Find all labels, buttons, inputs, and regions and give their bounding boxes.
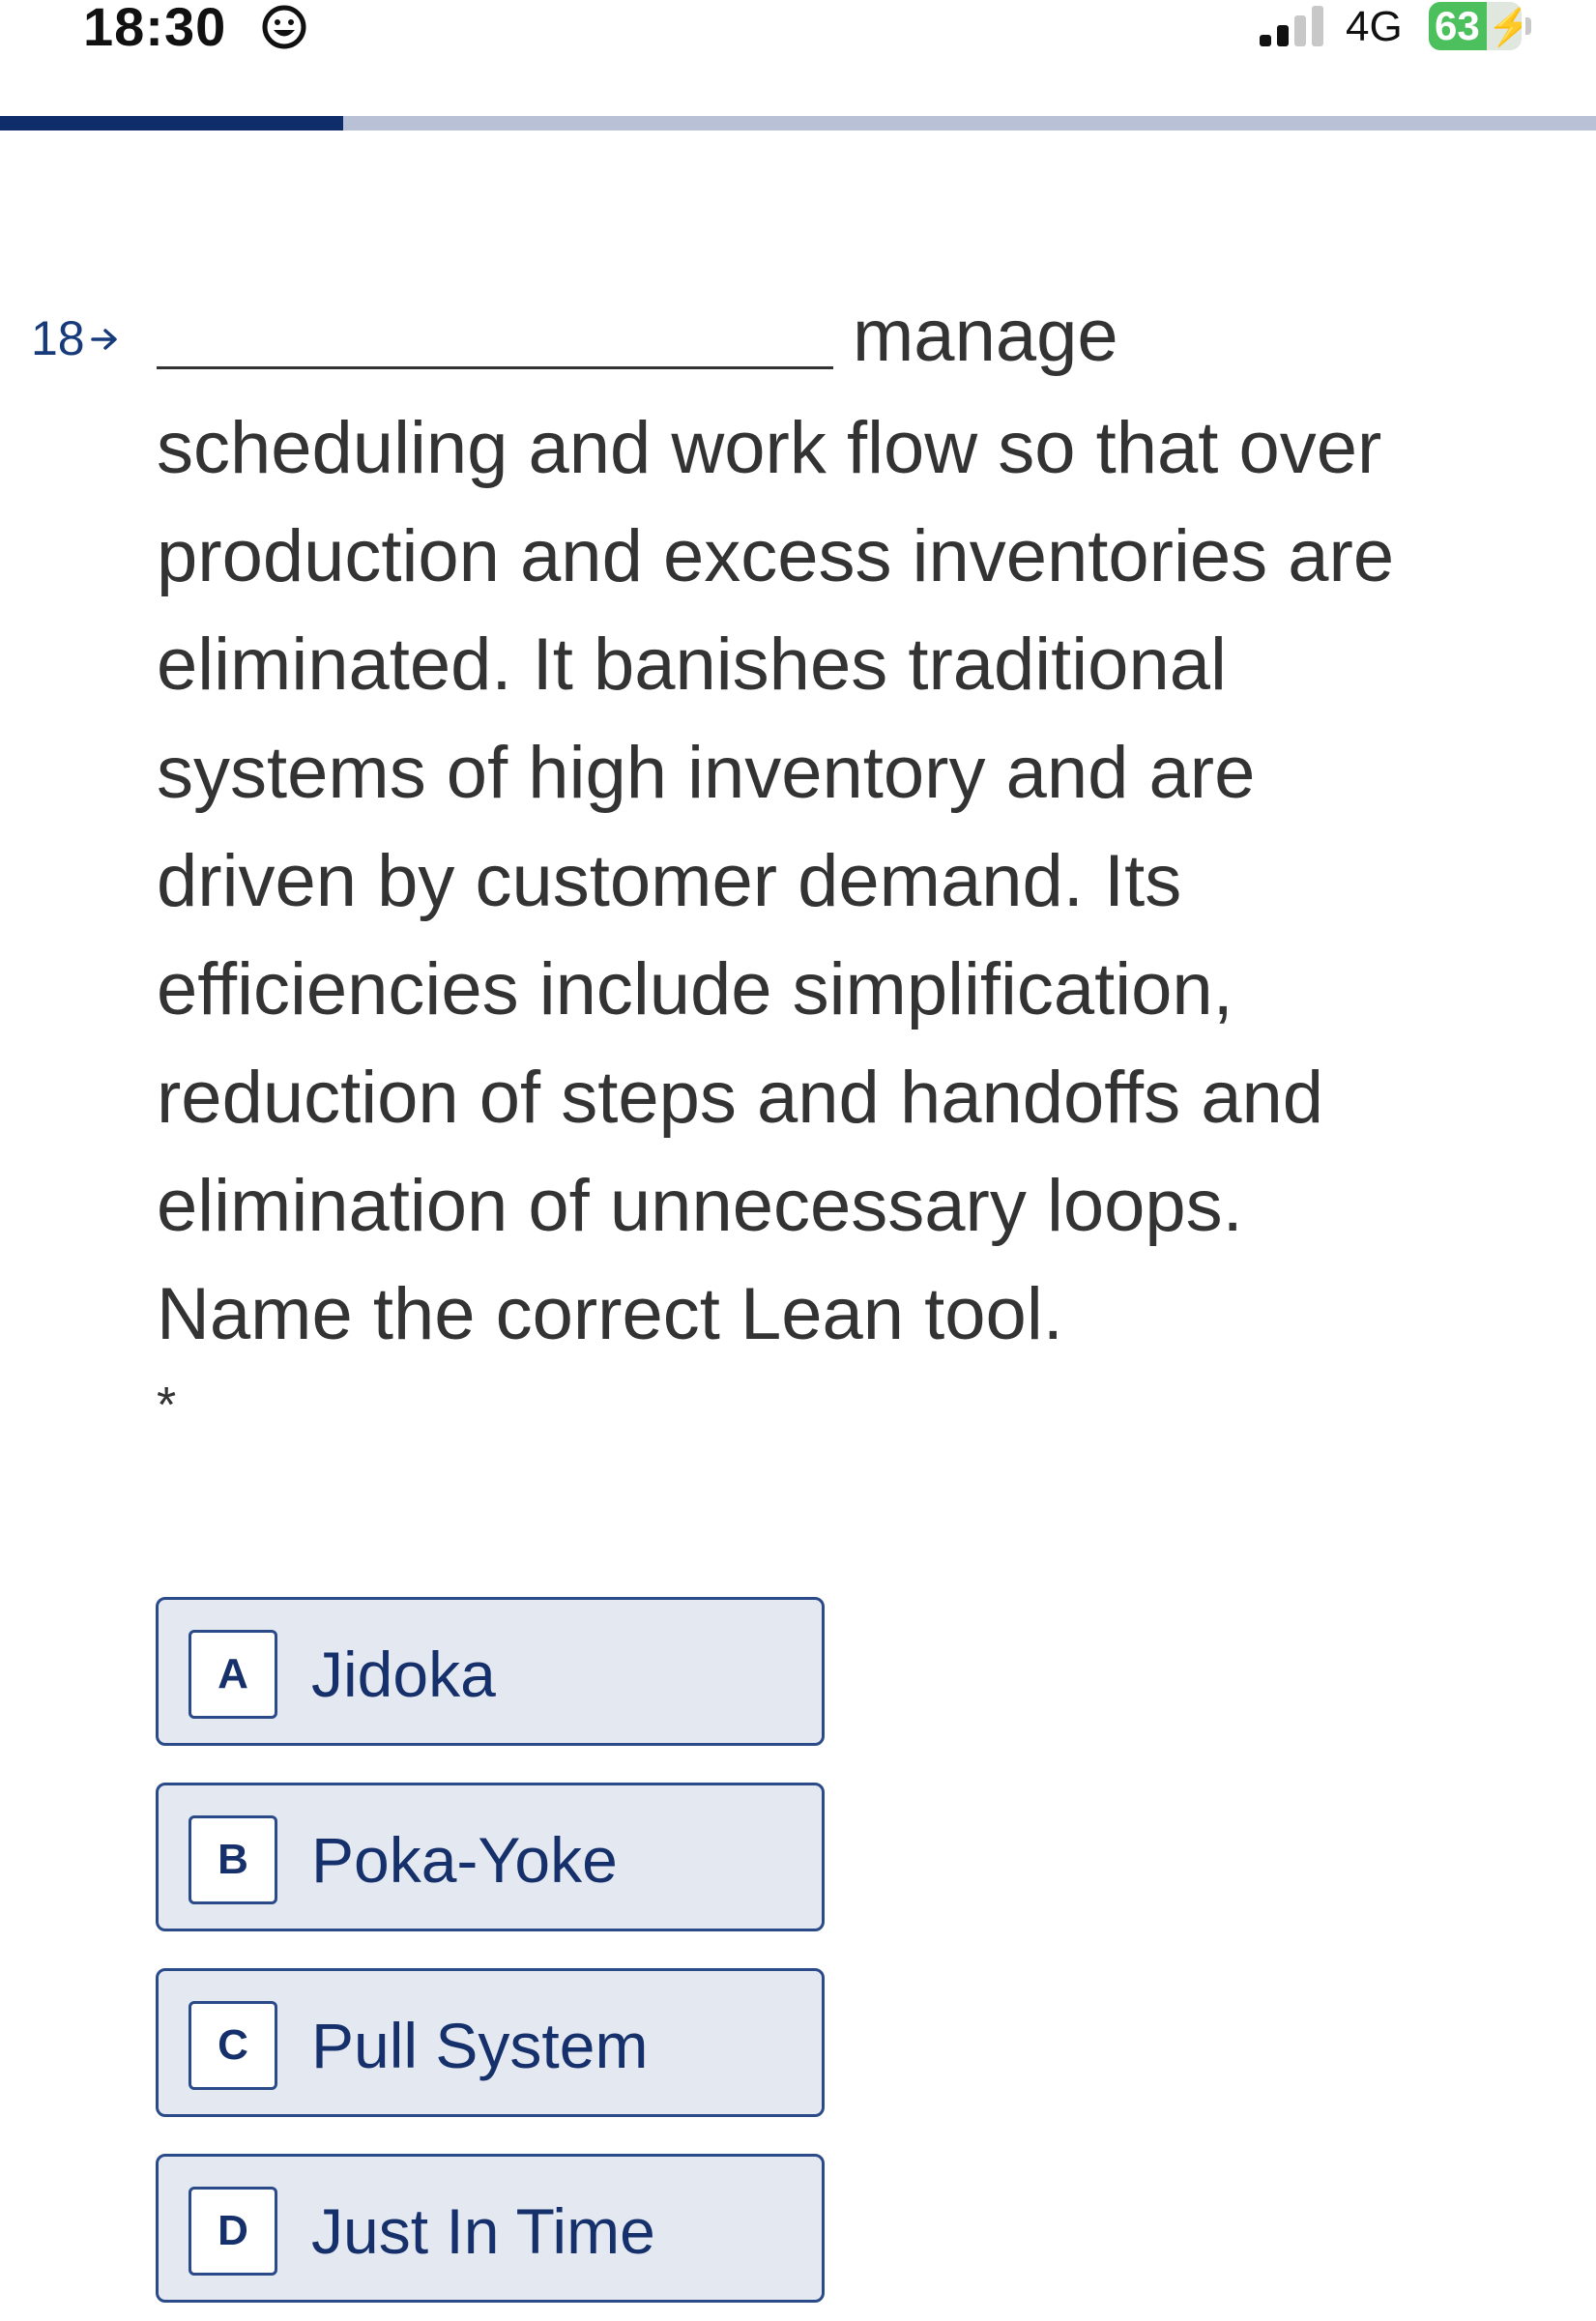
option-d[interactable]: D Just In Time xyxy=(156,2154,825,2303)
cellular-signal-icon xyxy=(1260,6,1323,46)
option-label: Jidoka xyxy=(311,1639,496,1710)
question-line: Name the correct Lean tool. xyxy=(157,1273,1063,1355)
battery-cap xyxy=(1525,17,1531,35)
option-key: B xyxy=(189,1815,277,1904)
required-asterisk: * xyxy=(157,1378,177,1434)
option-key: A xyxy=(189,1630,277,1719)
question-text: scheduling and work flow so that over pr… xyxy=(157,394,1529,1369)
answer-blank xyxy=(157,366,833,369)
battery-level: 63 xyxy=(1435,3,1480,48)
question-line: eliminated. It banishes traditional xyxy=(157,624,1227,706)
question-line: elimination of unnecessary loops. xyxy=(157,1165,1243,1247)
question-line: driven by customer demand. Its xyxy=(157,840,1182,922)
signal-bar xyxy=(1260,35,1271,46)
status-bar: 18:30 4G 63 ⚡ xyxy=(0,0,1596,87)
form-progress-fill xyxy=(0,116,343,131)
smiley-icon xyxy=(262,5,306,49)
option-a[interactable]: A Jidoka xyxy=(156,1597,825,1746)
option-label: Just In Time xyxy=(311,2195,655,2267)
question-first-word: manage xyxy=(853,295,1118,377)
option-key: C xyxy=(189,2001,277,2090)
option-b[interactable]: B Poka-Yoke xyxy=(156,1783,825,1931)
battery-indicator: 63 ⚡ xyxy=(1429,2,1522,50)
signal-bar xyxy=(1312,6,1323,46)
charging-bolt-icon: ⚡ xyxy=(1487,5,1522,47)
question-line: scheduling and work flow so that over xyxy=(157,407,1382,489)
signal-bar xyxy=(1277,25,1289,46)
question-line: production and excess inventories are xyxy=(157,515,1395,597)
arrow-right-icon xyxy=(91,329,117,350)
question-line: reduction of steps and handoffs and xyxy=(157,1057,1324,1139)
question-line: systems of high inventory and are xyxy=(157,732,1256,814)
option-label: Pull System xyxy=(311,2010,649,2081)
option-label: Poka-Yoke xyxy=(311,1824,618,1896)
signal-bar xyxy=(1294,15,1306,46)
question-line: efficiencies include simplification, xyxy=(157,948,1233,1030)
form-progress-bar xyxy=(0,116,1596,131)
question-number: 18 xyxy=(31,311,85,365)
option-c[interactable]: C Pull System xyxy=(156,1968,825,2117)
status-time: 18:30 xyxy=(83,0,227,57)
option-key: D xyxy=(189,2187,277,2276)
network-type: 4G xyxy=(1346,3,1403,50)
